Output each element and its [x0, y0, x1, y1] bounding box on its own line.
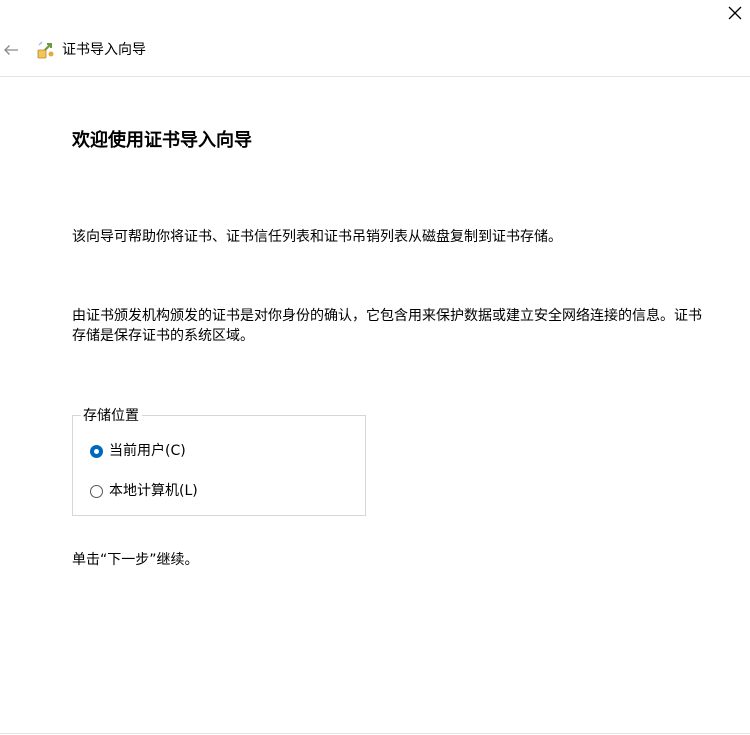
current-user-option[interactable]: 当前用户(C)	[90, 441, 186, 461]
current-user-label: 当前用户(C)	[109, 443, 186, 459]
store-location-group: 存储位置 当前用户(C) 本地计算机(L)	[72, 406, 366, 516]
continue-hint: 单击“下一步”继续。	[72, 552, 199, 568]
close-icon	[728, 6, 742, 20]
store-location-legend: 存储位置	[81, 406, 142, 426]
description-paragraph: 由证书颁发机构颁发的证书是对你身份的确认，它包含用来保护数据或建立安全网络连接的…	[72, 308, 702, 344]
current-user-radio[interactable]	[90, 444, 103, 458]
back-arrow-icon	[4, 45, 18, 55]
page-title: 欢迎使用证书导入向导	[72, 130, 252, 151]
wizard-title: 证书导入向导	[62, 42, 146, 58]
back-button[interactable]	[0, 40, 22, 60]
certificate-import-wizard-window: 证书导入向导 欢迎使用证书导入向导 该向导可帮助你将证书、证书信任列表和证书吊销…	[0, 0, 750, 735]
wizard-header: 证书导入向导	[0, 30, 750, 77]
close-button[interactable]	[720, 0, 750, 26]
intro-paragraph: 该向导可帮助你将证书、证书信任列表和证书吊销列表从磁盘复制到证书存储。	[72, 229, 562, 245]
local-machine-option[interactable]: 本地计算机(L)	[90, 481, 198, 501]
footer-divider	[0, 733, 750, 734]
local-machine-radio[interactable]	[90, 484, 103, 498]
local-machine-label: 本地计算机(L)	[109, 483, 198, 499]
certificate-wizard-icon	[37, 41, 54, 59]
